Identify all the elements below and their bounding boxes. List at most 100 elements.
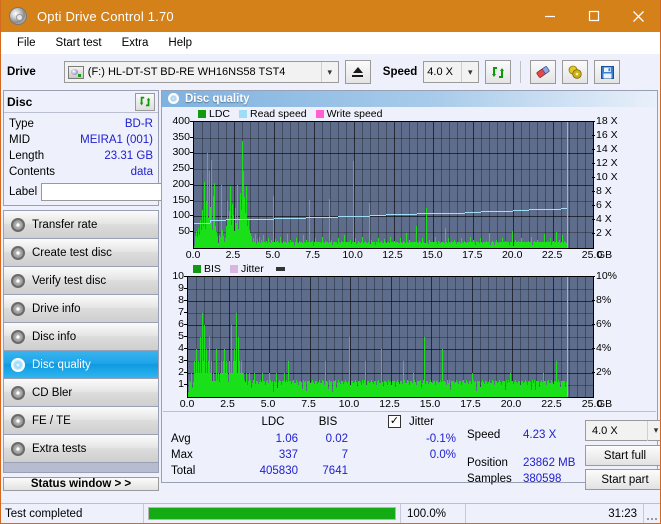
ldc-plot-area[interactable] [193, 120, 594, 249]
bitsetting-button[interactable] [562, 60, 589, 84]
speed-select[interactable]: 4.0 X ▾ [423, 61, 480, 83]
toolbar-divider [520, 61, 522, 83]
legend-entry-jitter: Jitter [229, 262, 264, 275]
refresh-button[interactable] [485, 60, 512, 84]
x-tick-label: 5.0 [265, 248, 281, 261]
sidebar-item-label: CD Bler [32, 386, 73, 399]
disc-refresh-button[interactable] [135, 92, 155, 111]
sidebar-item-drive-info[interactable]: Drive info [4, 295, 158, 323]
sidebar-item-verify-test-disc[interactable]: Verify test disc [4, 267, 158, 295]
refresh-icon [139, 96, 150, 107]
sidebar-item-label: FE / TE [32, 414, 71, 427]
erase-button[interactable] [530, 60, 557, 84]
disc-row-value: data [130, 166, 153, 178]
bis-chart-legend: BIS Jitter [193, 263, 285, 275]
ldc-chart: LDC Read speed Write speed 50 100 150 200 25… [162, 107, 657, 263]
legend-swatch [229, 264, 238, 273]
status-window-button[interactable]: Status window > > [3, 477, 159, 491]
disc-row-contents: Contents data [9, 164, 153, 180]
stats-avg-jitter: -0.1% [425, 433, 456, 446]
window-title: Opti Drive Control 1.70 [37, 8, 174, 24]
legend-entry-read-speed: Read speed [239, 108, 307, 120]
progress-percent: 100.0% [400, 504, 466, 523]
x-tick-label: 22.5 [541, 248, 563, 261]
sidebar-item-transfer-rate[interactable]: Transfer rate [4, 211, 158, 239]
stats-avg-ldc: 1.06 [275, 433, 298, 446]
stats-row-avg-label: Avg [171, 433, 191, 446]
x-tick-label: 10.0 [342, 248, 363, 261]
sidebar-item-fe-te[interactable]: FE / TE [4, 407, 158, 435]
stats-right: Speed 4.23 X Position 23862 MB Samples 3… [463, 416, 660, 491]
save-button[interactable] [594, 60, 621, 84]
disc-icon [11, 329, 25, 344]
x-tick-label: 17.5 [460, 397, 481, 410]
stats-left: LDC BIS ✓ Jitter Avg 1.06 0.02 -0.1% Max… [163, 415, 463, 482]
x-tick-label: 17.5 [462, 248, 483, 261]
elapsed-time: 31:23 [466, 504, 644, 523]
y2-tick-label: 12 X [596, 156, 618, 169]
menu-file[interactable]: File [9, 35, 44, 51]
y-tick-label: 6 [178, 317, 184, 330]
sidebar-item-label: Drive info [32, 302, 81, 315]
sidebar-item-label: Create test disc [32, 246, 112, 259]
minimize-icon[interactable] [528, 0, 572, 32]
maximize-icon[interactable] [572, 0, 616, 32]
y-tick-label: 9 [178, 281, 184, 294]
eraser-icon [536, 65, 550, 78]
y-tick-label: 200 [172, 177, 190, 190]
progress-bar [148, 507, 396, 520]
stats-avg-bis: 0.02 [325, 433, 348, 446]
window-controls [528, 0, 660, 32]
bis-plot-area[interactable] [187, 275, 594, 398]
eject-button[interactable] [344, 60, 371, 84]
sidebar-item-label: Verify test disc [32, 274, 107, 287]
x-tick-label: 22.5 [541, 397, 562, 410]
disc-row-key: Contents [9, 166, 56, 178]
stats-col-bis: BIS [318, 416, 338, 429]
close-icon[interactable] [616, 0, 660, 32]
x-axis-unit: GB [597, 248, 613, 261]
bis-chart: BIS Jitter 1 2 3 4 5 6 7 8 9 10 2% 4% 6% 8% 10% 0.0 2.5 5… [162, 263, 657, 411]
x-tick-label: 0.0 [185, 248, 201, 261]
disc-row-key: MID [9, 134, 31, 146]
stats-panel: LDC BIS ✓ Jitter Avg 1.06 0.02 -0.1% Max… [163, 411, 660, 491]
sidebar-item-extra-tests[interactable]: Extra tests [4, 435, 158, 463]
jitter-label: Jitter [409, 416, 434, 429]
disc-row-value: 23.31 GB [104, 150, 153, 162]
menu-bar: File Start test Extra Help [1, 32, 660, 54]
jitter-checkbox[interactable]: ✓ [388, 415, 401, 429]
position-label: Position [467, 457, 508, 470]
y2-tick-label: 8 X [596, 184, 612, 197]
resize-grip[interactable] [644, 504, 660, 523]
legend-label: Jitter [240, 262, 264, 275]
disc-icon [11, 385, 25, 400]
drive-toolbar: Drive (F:) HL-DT-ST BD-RE WH16NS58 TST4 … [1, 54, 660, 90]
stats-row-max-label: Max [171, 449, 193, 462]
sidebar-item-cd-bler[interactable]: CD Bler [4, 379, 158, 407]
menu-extra[interactable]: Extra [114, 35, 157, 51]
app-disc-icon [9, 7, 27, 25]
disc-icon [11, 413, 25, 428]
start-part-button[interactable]: Start part [585, 469, 660, 491]
x-tick-label: 20.0 [501, 248, 523, 261]
sidebar-item-disc-quality[interactable]: Disc quality [4, 351, 158, 379]
disc-row-length: Length 23.31 GB [9, 148, 153, 164]
disc-icon [11, 441, 25, 456]
save-icon [600, 65, 614, 79]
test-speed-select[interactable]: 4.0 X ▾ [585, 420, 660, 442]
disc-icon [11, 301, 25, 316]
disc-row-value: MEIRA1 (001) [80, 134, 153, 146]
chevron-down-icon: ▾ [320, 62, 338, 82]
y2-tick-label: 2% [596, 365, 612, 378]
y2-tick-label: 2 X [596, 226, 612, 239]
sidebar-item-create-test-disc[interactable]: Create test disc [4, 239, 158, 267]
menu-start-test[interactable]: Start test [48, 35, 110, 51]
panel-title: Disc quality [185, 92, 250, 105]
sidebar-item-disc-info[interactable]: Disc info [4, 323, 158, 351]
x-tick-label: 2.5 [225, 248, 241, 261]
drive-select[interactable]: (F:) HL-DT-ST BD-RE WH16NS58 TST4 ▾ [63, 61, 339, 83]
menu-help[interactable]: Help [160, 35, 200, 51]
y2-tick-label: 10% [596, 269, 618, 282]
disc-label-key: Label [9, 185, 38, 198]
start-full-button[interactable]: Start full [585, 445, 660, 467]
